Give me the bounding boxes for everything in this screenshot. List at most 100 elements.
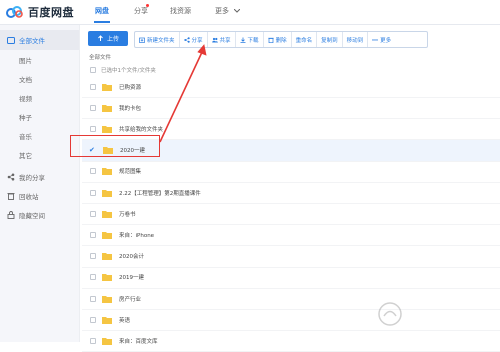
lock-icon	[7, 211, 15, 219]
folder-icon	[102, 316, 112, 324]
file-name[interactable]: 万卷书	[119, 210, 136, 218]
row-checkbox[interactable]	[90, 189, 96, 196]
users-icon	[211, 37, 218, 42]
button-label: 更多	[380, 37, 392, 44]
table-row[interactable]: 房产行业	[82, 288, 500, 310]
nav-more[interactable]: 更多	[215, 6, 229, 16]
top-bar: 百度网盘 网盘 分享 找资源 更多	[0, 0, 500, 25]
upload-label: 上传	[106, 36, 119, 43]
button-label: 删除	[275, 37, 287, 44]
download-icon	[240, 37, 246, 43]
row-checkbox[interactable]	[90, 83, 96, 90]
annotation-highlight-box	[70, 135, 160, 157]
toolbar: 新建文件夹 分享 共享 下载 删除 重命名 复制到 移动到 更多	[134, 31, 428, 48]
select-all-checkbox[interactable]	[90, 67, 96, 73]
button-label: 分享	[191, 37, 203, 44]
file-name[interactable]: 2019一建	[119, 273, 144, 281]
row-checkbox[interactable]	[90, 231, 96, 238]
folder-icon	[102, 231, 112, 239]
row-checkbox[interactable]	[90, 253, 96, 260]
sidebar-item-label: 我的分享	[19, 174, 45, 182]
row-checkbox[interactable]	[90, 168, 96, 175]
row-checkbox[interactable]	[90, 210, 96, 217]
file-name[interactable]: 2.22【工程管理】第2期直播课件	[119, 189, 201, 197]
table-row[interactable]: 2.22【工程管理】第2期直播课件	[82, 182, 500, 204]
table-row[interactable]: 来自：百度文库	[82, 330, 500, 352]
delete-icon	[267, 37, 274, 43]
sidebar-item-label: 回收站	[19, 193, 39, 201]
nav-netdisk[interactable]: 网盘	[95, 6, 109, 16]
row-checkbox[interactable]	[90, 104, 96, 111]
chevron-down-icon	[234, 9, 240, 13]
file-name[interactable]: 规范图集	[119, 167, 141, 175]
file-name[interactable]: 共享给我的文件夹	[119, 125, 163, 133]
active-nav-indicator	[94, 21, 110, 23]
button-label: 重命名	[295, 37, 313, 44]
new-folder-button[interactable]: 新建文件夹	[135, 32, 180, 47]
delete-button[interactable]: 删除	[264, 32, 292, 47]
table-row[interactable]: 2019一建	[82, 267, 500, 289]
share-icon	[183, 36, 190, 43]
folder-icon	[102, 83, 112, 91]
sidebar-item-hidden-space[interactable]: 隐藏空间	[0, 205, 79, 225]
table-row[interactable]: 英语	[82, 309, 500, 332]
trash-icon	[7, 193, 15, 200]
sidebar-item-label: 图片	[19, 57, 32, 65]
file-name[interactable]: 来自：iPhone	[119, 231, 154, 239]
sidebar-item-label: 全部文件	[19, 37, 45, 45]
sidebar-item-label: 隐藏空间	[19, 212, 45, 220]
share-button[interactable]: 分享	[180, 32, 208, 47]
move-to-button[interactable]: 移动到	[343, 32, 369, 47]
row-checkbox[interactable]	[90, 274, 96, 281]
sidebar-item-label: 种子	[19, 114, 32, 122]
upload-button[interactable]: 上传	[88, 31, 128, 46]
download-button[interactable]: 下载	[236, 32, 264, 47]
sidebar-item-label: 音乐	[19, 133, 32, 141]
file-name[interactable]: 英语	[119, 316, 130, 324]
table-row[interactable]: 已购资源	[82, 76, 500, 98]
sidebar-item-label: 视频	[19, 95, 32, 103]
table-row[interactable]: 来自：iPhone	[82, 224, 500, 247]
nav-find-resources[interactable]: 找资源	[170, 6, 191, 16]
sidebar-item-all-files[interactable]: 全部文件	[0, 30, 79, 50]
list-header: 已选中1个文件/文件夹	[82, 63, 500, 77]
app-logo[interactable]: 百度网盘	[6, 4, 74, 20]
app-name: 百度网盘	[28, 6, 74, 19]
sidebar-item-recycle-bin[interactable]: 回收站	[0, 186, 79, 206]
more-button[interactable]: 更多	[368, 32, 395, 47]
folder-icon	[102, 274, 112, 282]
file-name[interactable]: 我的卡包	[119, 104, 141, 112]
folder-icon	[102, 210, 112, 218]
breadcrumb[interactable]: 全部文件	[89, 53, 111, 61]
collaborate-button[interactable]: 共享	[208, 32, 236, 47]
table-row[interactable]: 我的卡包	[82, 97, 500, 120]
watermark-logo-icon	[378, 302, 402, 326]
table-row[interactable]: 2020会计	[82, 246, 500, 268]
table-row[interactable]: 万卷书	[82, 203, 500, 226]
folder-icon	[102, 125, 112, 133]
file-name[interactable]: 来自：百度文库	[119, 337, 158, 345]
more-icon	[372, 38, 378, 41]
folder-icon	[102, 337, 112, 345]
button-label: 下载	[247, 37, 259, 44]
copy-to-button[interactable]: 复制到	[317, 32, 343, 47]
file-name[interactable]: 2020会计	[119, 252, 144, 260]
button-label: 新建文件夹	[147, 37, 175, 44]
notification-dot	[146, 4, 149, 7]
button-label: 复制到	[321, 37, 338, 44]
watermark	[377, 301, 403, 327]
table-row[interactable]: 规范图集	[82, 161, 500, 183]
folder-icon	[102, 295, 112, 303]
row-checkbox[interactable]	[90, 337, 96, 344]
rename-button[interactable]: 重命名	[292, 32, 318, 47]
nav-share[interactable]: 分享	[134, 6, 148, 16]
file-name[interactable]: 已购资源	[119, 83, 141, 91]
folder-icon	[102, 168, 112, 176]
row-checkbox[interactable]	[90, 125, 96, 132]
row-checkbox[interactable]	[90, 295, 96, 302]
sidebar-item-label: 文档	[19, 76, 32, 84]
sidebar-item-my-shares[interactable]: 我的分享	[0, 167, 79, 187]
row-checkbox[interactable]	[90, 316, 96, 323]
cloud-logo-icon	[6, 6, 23, 18]
file-name[interactable]: 房产行业	[119, 295, 141, 303]
